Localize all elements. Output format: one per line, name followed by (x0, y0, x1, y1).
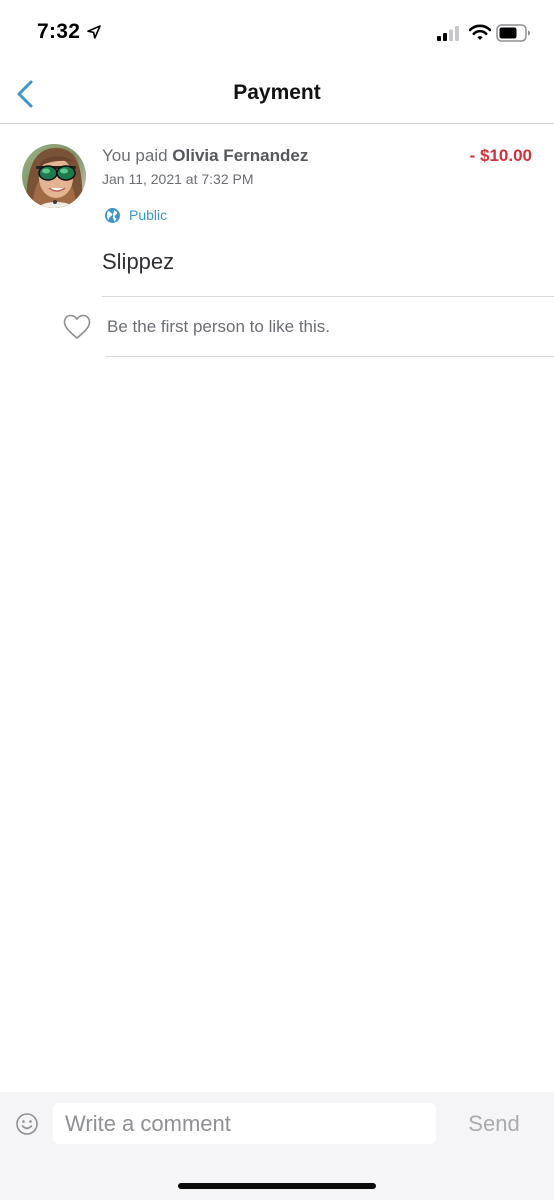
status-time: 7:32 (37, 20, 81, 43)
globe-icon (105, 207, 120, 223)
headline-prefix: You paid (102, 146, 173, 165)
wifi-icon (469, 24, 491, 40)
payment-headline: You paid Olivia Fernandez (102, 146, 308, 166)
audience-label: Public (129, 207, 168, 223)
payment-amount: - $10.00 (469, 146, 532, 165)
like-button[interactable] (63, 314, 91, 340)
send-button[interactable]: Send (454, 1103, 534, 1144)
payee-name[interactable]: Olivia Fernandez (172, 146, 308, 165)
nav-bar: Payment (0, 66, 554, 124)
heart-outline-icon (63, 314, 91, 339)
status-bar: 7:32 (0, 0, 554, 66)
emoji-button[interactable] (15, 1112, 39, 1136)
cellular-signal-icon (437, 26, 459, 41)
home-indicator (178, 1183, 376, 1189)
avatar[interactable] (22, 144, 86, 208)
like-prompt: Be the first person to like this. (107, 317, 330, 336)
audience-indicator[interactable]: Public (104, 206, 167, 224)
avatar-photo (22, 144, 86, 208)
divider (102, 296, 554, 297)
location-arrow-icon (87, 25, 101, 39)
smiley-icon (16, 1113, 38, 1135)
comment-input[interactable] (53, 1103, 436, 1144)
payment-date: Jan 11, 2021 at 7:32 PM (102, 171, 254, 187)
payment-note: Slippez (102, 249, 175, 274)
battery-icon (496, 24, 530, 42)
page-title: Payment (233, 81, 321, 104)
divider (106, 356, 554, 357)
